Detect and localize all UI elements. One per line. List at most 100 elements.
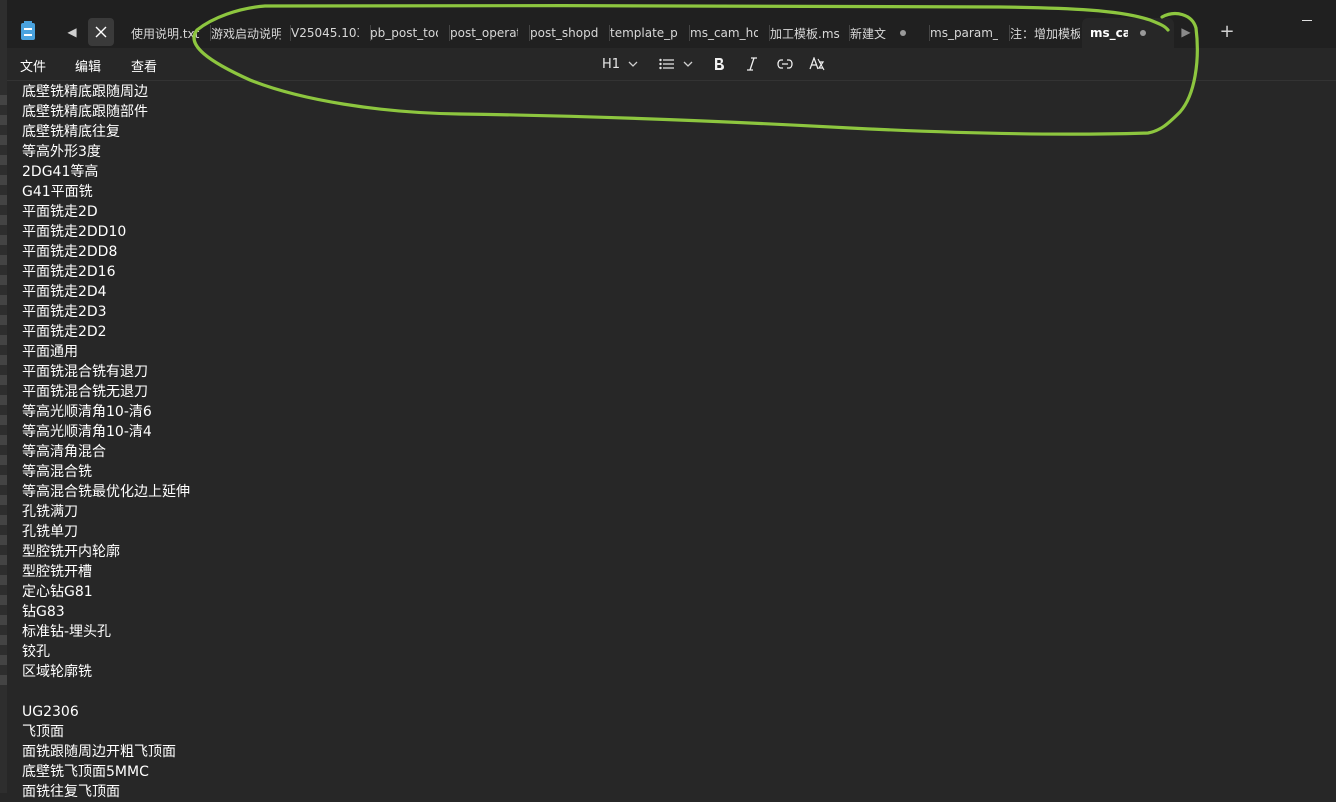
text-line: 飞顶面	[22, 724, 64, 740]
tab-label: ms_param_sl	[930, 26, 998, 40]
new-tab-button[interactable]: +	[1217, 22, 1237, 42]
background-text-fragment	[0, 235, 7, 245]
text-line: 孔铣单刀	[22, 524, 78, 540]
text-line: 区域轮廓铣	[22, 664, 92, 680]
tab-label: 新建文	[850, 26, 887, 41]
tab-9[interactable]: 新建文	[842, 18, 930, 48]
unsaved-dot-icon	[900, 30, 907, 36]
text-line: 等高混合铣最优化边上延伸	[22, 484, 190, 500]
heading-dropdown[interactable]: H1	[602, 54, 638, 74]
tab-1[interactable]: 游戏启动说明	[203, 18, 291, 48]
italic-button[interactable]	[746, 54, 758, 74]
text-line: 底壁铣精底跟随部件	[22, 104, 148, 120]
bold-button[interactable]	[713, 54, 725, 74]
text-line: 平面铣走2D3	[22, 304, 107, 320]
title-bar: ◀ 使用说明.txt 游戏启动说明 V25045.1030 pb_post_to…	[7, 0, 1336, 48]
background-text-fragment	[0, 135, 7, 145]
tab-7[interactable]: ms_cam_hole	[682, 18, 770, 48]
background-text-fragment	[0, 155, 7, 165]
background-text-fragment	[0, 355, 7, 365]
text-line: 底壁铣精底往复	[22, 124, 120, 140]
text-line	[22, 682, 1322, 702]
tab-label: 游戏启动说明	[211, 26, 281, 41]
text-line: 面铣往复飞顶面	[22, 784, 120, 800]
background-text-fragment	[0, 215, 7, 225]
scroll-tabs-left-button[interactable]: ◀	[59, 18, 85, 46]
notepad-window: ◀ 使用说明.txt 游戏启动说明 V25045.1030 pb_post_to…	[7, 0, 1336, 800]
background-text-fragment	[0, 495, 7, 505]
text-line: 平面铣混合铣有退刀	[22, 364, 148, 380]
tab-label: pb_post_tool	[370, 26, 438, 40]
menu-edit[interactable]: 编辑	[75, 56, 101, 75]
menu-view[interactable]: 查看	[131, 56, 157, 75]
text-line: 平面铣走2DD10	[22, 224, 127, 240]
background-text-fragment	[0, 175, 7, 185]
background-text-fragment	[0, 295, 7, 305]
text-line: 等高混合铣	[22, 464, 92, 480]
background-text-fragment	[0, 575, 7, 585]
tab-12-active[interactable]: ms_cai	[1082, 18, 1174, 48]
tab-8[interactable]: 加工模板.ms	[762, 18, 850, 48]
list-dropdown[interactable]	[659, 54, 693, 74]
background-text-fragment	[0, 535, 7, 545]
text-line: 等高光顺清角10-清6	[22, 404, 152, 420]
text-line: UG2306	[22, 704, 79, 720]
menu-bar: 文件 编辑 查看 H1	[7, 48, 1336, 81]
tab-10[interactable]: ms_param_sl	[922, 18, 1010, 48]
text-line: 标准钻-埋头孔	[22, 624, 112, 640]
tab-0[interactable]: 使用说明.txt	[123, 18, 211, 48]
chevron-down-icon	[628, 61, 638, 67]
background-text-fragment	[0, 555, 7, 565]
tab-4[interactable]: post_operatio	[442, 18, 530, 48]
text-editor-area[interactable]: 底壁铣精底跟随周边 底壁铣精底跟随部件 底壁铣精底往复 等高外形3度 2DG41等高 G4…	[22, 82, 1322, 800]
clear-formatting-button[interactable]	[809, 54, 825, 74]
background-text-fragment	[0, 375, 7, 385]
italic-icon	[747, 57, 757, 71]
text-line: 平面铣走2D16	[22, 264, 116, 280]
chevron-left-icon: ◀	[67, 25, 77, 39]
background-text-fragment	[0, 475, 7, 485]
tab-3[interactable]: pb_post_tool	[362, 18, 450, 48]
background-text-fragment	[0, 435, 7, 445]
background-text-fragment	[0, 515, 7, 525]
tab-label: ms_cam_hole	[690, 26, 758, 40]
background-text-fragment	[0, 455, 7, 465]
tab-label: 注：增加模板	[1010, 26, 1080, 41]
background-text-fragment	[0, 615, 7, 625]
text-line: 平面铣走2D	[22, 204, 98, 220]
list-icon	[659, 58, 674, 70]
close-icon	[95, 26, 107, 38]
background-text-fragment	[0, 115, 7, 125]
tab-6[interactable]: template_po	[602, 18, 690, 48]
background-text-fragment	[0, 395, 7, 405]
text-line: 铰孔	[22, 644, 50, 660]
tab-label: template_po	[610, 26, 678, 40]
text-line: 钻G83	[22, 604, 65, 620]
tab-11[interactable]: 注：增加模板	[1002, 18, 1090, 48]
clear-formatting-icon	[809, 57, 825, 71]
text-line: 平面通用	[22, 344, 78, 360]
tab-5[interactable]: post_shopdo	[522, 18, 610, 48]
text-line: 平面铣走2D2	[22, 324, 107, 340]
background-text-fragment	[0, 675, 7, 685]
close-tab-button[interactable]	[88, 18, 114, 46]
background-text-fragment	[0, 595, 7, 605]
tab-2[interactable]: V25045.1030	[283, 18, 371, 48]
text-line: 底壁铣精底跟随周边	[22, 84, 148, 100]
menu-file[interactable]: 文件	[20, 56, 46, 75]
text-line: 平面铣走2D4	[22, 284, 107, 300]
background-text-fragment	[0, 635, 7, 645]
tab-label: post_shopdo	[530, 26, 598, 40]
background-text-fragment	[0, 315, 7, 325]
background-text-fragment	[0, 195, 7, 205]
background-text-fragment	[0, 255, 7, 265]
background-text-fragment	[0, 95, 7, 105]
link-button[interactable]	[777, 54, 793, 74]
unsaved-dot-icon	[1140, 30, 1146, 36]
tab-label: 使用说明.txt	[131, 26, 200, 41]
minimize-button[interactable]	[1297, 10, 1327, 30]
text-line: 孔铣满刀	[22, 504, 78, 520]
scroll-tabs-right-button[interactable]: ▶	[1173, 18, 1199, 46]
tab-label: post_operatio	[450, 26, 518, 40]
text-line: 定心钻G81	[22, 584, 93, 600]
